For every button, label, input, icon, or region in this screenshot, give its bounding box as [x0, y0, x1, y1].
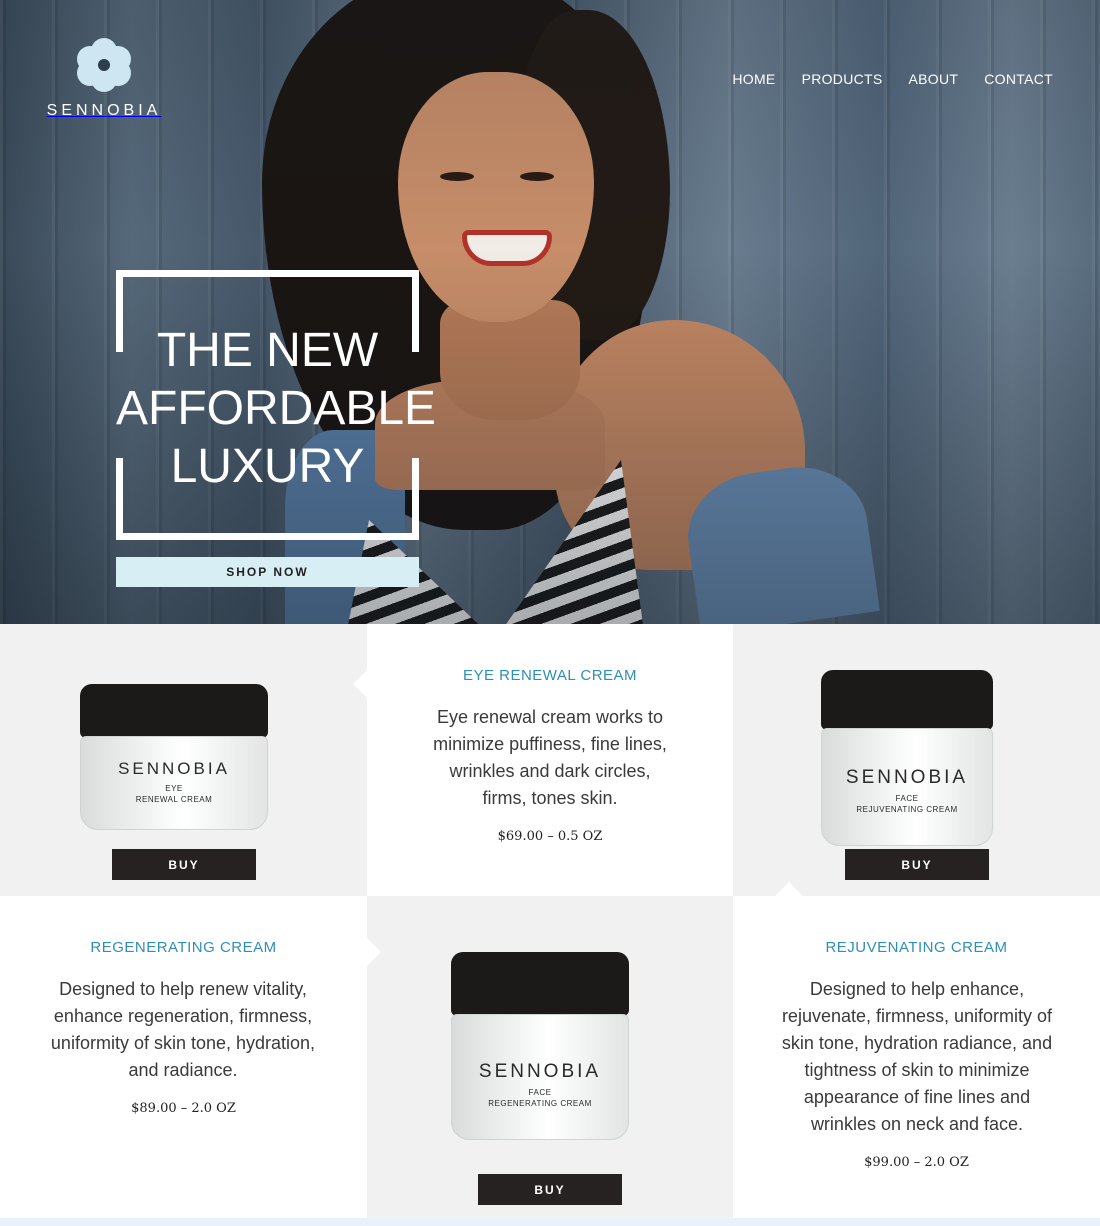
- buy-eye-renewal-button[interactable]: BUY: [112, 849, 256, 880]
- regenerating-cream-jar-image: SENNOBIA FACE REGENERATING CREAM: [451, 952, 629, 1142]
- product-image-cell-eye: SENNOBIA EYE RENEWAL CREAM BUY: [0, 624, 367, 896]
- buy-rejuvenating-button[interactable]: BUY: [845, 849, 989, 880]
- product-image-cell-regenerating: SENNOBIA FACE REGENERATING CREAM BUY: [367, 896, 733, 1218]
- product-image-cell-rejuvenating: SENNOBIA FACE REJUVENATING CREAM BUY: [733, 624, 1100, 896]
- product-info-rejuvenating: REJUVENATING CREAM Designed to help enha…: [733, 896, 1100, 1218]
- brand-logo[interactable]: SENNOBIA: [44, 38, 164, 120]
- hero-headline: THE NEW AFFORDABLE LUXURY: [116, 324, 437, 493]
- flower-logo-icon: [77, 38, 131, 92]
- product-title: EYE RENEWAL CREAM: [462, 667, 638, 684]
- hero-section: SENNOBIA HOME PRODUCTS ABOUT CONTACT THE…: [0, 0, 1100, 624]
- nav-about-link[interactable]: ABOUT: [909, 71, 959, 87]
- product-price: $99.00 – 2.0 OZ: [864, 1155, 969, 1170]
- main-nav: HOME PRODUCTS ABOUT CONTACT: [732, 71, 1053, 87]
- product-price: $69.00 – 0.5 OZ: [497, 829, 603, 844]
- product-description: Eye renewal cream works to minimize puff…: [433, 707, 667, 808]
- product-description: Designed to help enhance, rejuvenate, fi…: [781, 979, 1053, 1134]
- nav-products-link[interactable]: PRODUCTS: [802, 71, 883, 87]
- nav-contact-link[interactable]: CONTACT: [984, 71, 1053, 87]
- headline-frame: THE NEW AFFORDABLE LUXURY: [116, 270, 437, 540]
- product-price: $89.00 – 2.0 OZ: [131, 1101, 236, 1116]
- buy-regenerating-button[interactable]: BUY: [478, 1174, 622, 1205]
- product-title: REJUVENATING CREAM: [825, 939, 1008, 956]
- product-info-regenerating: REGENERATING CREAM Designed to help rene…: [0, 896, 367, 1218]
- nav-home-link[interactable]: HOME: [732, 71, 775, 87]
- product-description: Designed to help renew vitality, enhance…: [50, 979, 316, 1080]
- footer-strip: [0, 1218, 1100, 1226]
- eye-cream-jar-image: SENNOBIA EYE RENEWAL CREAM: [80, 684, 268, 832]
- product-title: REGENERATING CREAM: [90, 939, 277, 956]
- product-info-eye: EYE RENEWAL CREAM Eye renewal cream work…: [353, 624, 733, 896]
- rejuvenating-cream-jar-image: SENNOBIA FACE REJUVENATING CREAM: [821, 670, 993, 848]
- shop-now-button[interactable]: SHOP NOW: [116, 557, 419, 587]
- brand-name: SENNOBIA: [46, 102, 162, 119]
